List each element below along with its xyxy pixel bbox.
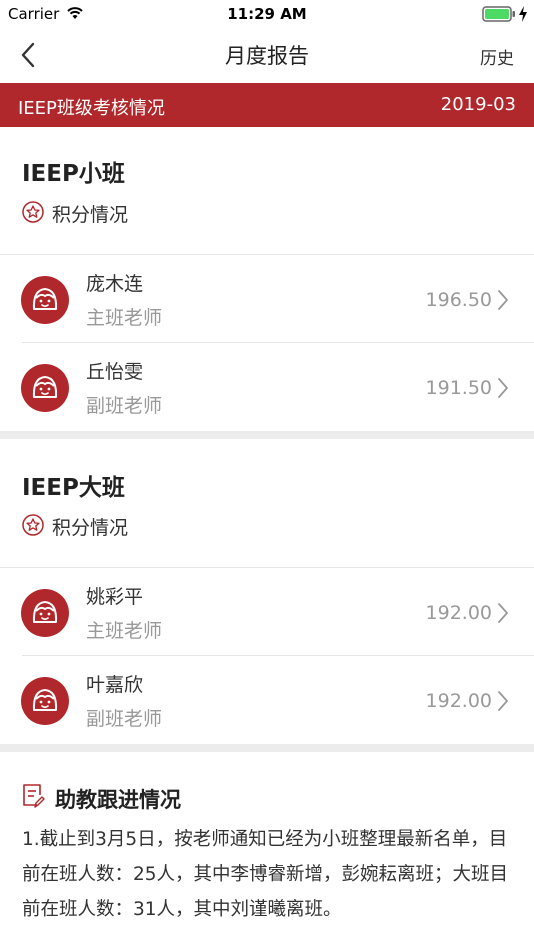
- teacher-score: 192.00: [425, 690, 492, 712]
- follow-up-body: 1.截止到3月5日，按老师通知已经为小班整理最新名单，目前在班人数：25人，其中…: [22, 829, 509, 920]
- notes-edit-icon: [23, 784, 45, 808]
- section-gap: [0, 431, 534, 439]
- score-label: 积分情况: [52, 204, 129, 226]
- teacher-role: 副班老师: [86, 708, 163, 730]
- history-button[interactable]: 历史: [480, 44, 514, 69]
- teacher-avatar-icon: [21, 276, 69, 324]
- teacher-name: 庞木连: [86, 273, 144, 295]
- banner-title: IEEP班级考核情况: [18, 98, 165, 119]
- teacher-score: 191.50: [425, 377, 492, 399]
- teacher-avatar-icon: [21, 364, 69, 412]
- teacher-score: 196.50: [425, 289, 492, 311]
- follow-up-title: 助教跟进情况: [55, 788, 181, 812]
- teacher-role: 副班老师: [86, 395, 163, 417]
- section-gap: [0, 744, 534, 752]
- chevron-right-icon: [498, 691, 508, 711]
- teacher-role: 主班老师: [86, 307, 163, 329]
- report-banner: IEEP班级考核情况 2019-03: [0, 83, 534, 127]
- teacher-row[interactable]: 庞木连 主班老师 196.50: [0, 255, 534, 343]
- banner-date: 2019-03: [440, 94, 516, 115]
- chevron-right-icon: [498, 290, 508, 310]
- charging-icon: [519, 6, 527, 22]
- star-badge-icon: [22, 201, 44, 223]
- class-title: IEEP小班: [22, 161, 125, 187]
- battery-icon: [482, 6, 515, 22]
- star-badge-icon: [22, 514, 44, 536]
- class-title: IEEP大班: [22, 475, 125, 501]
- teacher-role: 主班老师: [86, 620, 163, 642]
- nav-bar: 月度报告 历史: [0, 28, 534, 82]
- chevron-right-icon: [498, 378, 508, 398]
- chevron-right-icon: [498, 603, 508, 623]
- teacher-name: 叶嘉欣: [86, 674, 144, 696]
- teacher-avatar-icon: [21, 677, 69, 725]
- page-title: 月度报告: [225, 44, 309, 68]
- status-time: 11:29 AM: [227, 5, 307, 23]
- teacher-row[interactable]: 丘怡雯 副班老师 191.50: [0, 343, 534, 431]
- teacher-avatar-icon: [21, 589, 69, 637]
- status-bar: Carrier 11:29 AM: [0, 0, 534, 28]
- back-arrow-icon[interactable]: [18, 40, 42, 70]
- teacher-name: 姚彩平: [86, 586, 144, 608]
- teacher-name: 丘怡雯: [86, 361, 144, 383]
- score-label: 积分情况: [52, 517, 129, 539]
- teacher-row[interactable]: 叶嘉欣 副班老师 192.00: [0, 656, 534, 744]
- teacher-row[interactable]: 姚彩平 主班老师 192.00: [0, 568, 534, 656]
- teacher-score: 192.00: [425, 602, 492, 624]
